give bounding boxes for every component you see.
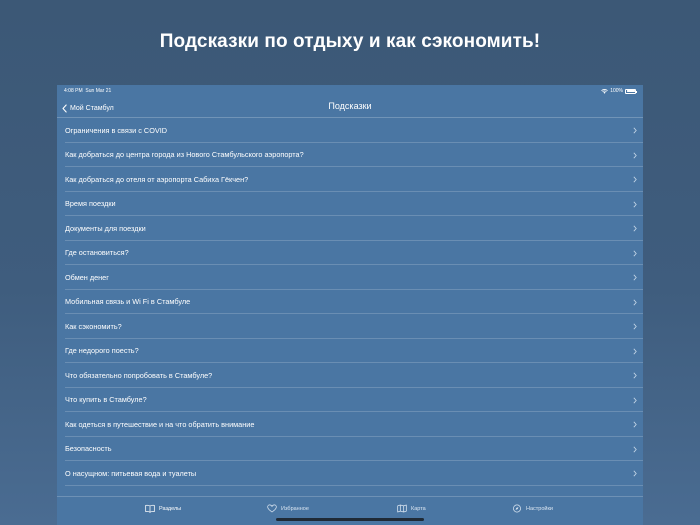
list-item-label: О насущном: питьевая вода и туалеты: [65, 468, 197, 478]
tab-sections[interactable]: Разделы: [145, 504, 181, 513]
promo-headline: Подсказки по отдыху и как сэкономить!: [159, 31, 541, 52]
chevron-right-icon: [633, 127, 637, 134]
navigation-bar: Мой Стамбул Подсказки: [57, 97, 643, 119]
chevron-right-icon: [633, 225, 637, 232]
tab-settings-label: Настройки: [526, 505, 553, 512]
chevron-right-icon: [633, 299, 637, 305]
chevron-right-icon: [633, 470, 637, 477]
tab-favorites-label: Избранное: [281, 505, 309, 512]
list-item-label: Что купить в Стамбуле?: [65, 395, 147, 405]
chevron-right-icon: [633, 176, 637, 183]
list-item-label: Где остановиться?: [65, 248, 129, 258]
chevron-right-icon: [633, 397, 637, 403]
list-item-label: Где недорого поесть?: [65, 346, 139, 356]
app-screen: 4:08 PM Sun Mar 21 100% Мой Стамбул Подс…: [57, 85, 643, 525]
list-item[interactable]: Как сэкономить?: [57, 314, 643, 339]
chevron-right-icon: [633, 201, 637, 207]
list-item[interactable]: Безопасность: [57, 437, 643, 462]
list-item[interactable]: Мобильная связь и Wi Fi в Стамбуле: [57, 290, 643, 315]
chevron-right-icon: [633, 250, 637, 256]
map-icon: [397, 504, 407, 513]
list-item-label: Как одеться в путешествие и на что обрат…: [65, 419, 255, 429]
list-item[interactable]: Что купить в Стамбуле?: [57, 388, 643, 413]
list-item-label: Документы для поездки: [65, 223, 146, 233]
list-item[interactable]: Документы для поездки: [57, 216, 643, 241]
chevron-right-icon: [633, 446, 637, 452]
chevron-right-icon: [633, 323, 637, 330]
list-item-label: Мобильная связь и Wi Fi в Стамбуле: [65, 297, 191, 307]
book-icon: [145, 504, 155, 513]
tips-list: Ограничения в связи с COVID Как добратьс…: [57, 117, 643, 486]
tab-sections-label: Разделы: [159, 505, 182, 512]
list-item[interactable]: Где остановиться?: [57, 241, 643, 266]
list-item[interactable]: Обмен денег: [57, 265, 643, 290]
chevron-right-icon: [633, 152, 637, 158]
tab-map-label: Карта: [411, 505, 426, 512]
status-clock: 4:08 PM: [64, 88, 83, 94]
status-time: 4:08 PM Sun Mar 21: [64, 88, 111, 94]
heart-icon: [267, 504, 277, 513]
compass-icon: [513, 504, 521, 513]
chevron-right-icon: [633, 372, 637, 379]
home-indicator: [276, 518, 424, 521]
tab-bar: Разделы Избранное Карта Настройки: [57, 496, 643, 525]
list-item[interactable]: Что обязательно попробовать в Стамбуле?: [57, 363, 643, 388]
list-item-label: Обмен денег: [65, 272, 109, 282]
page-title: Подсказки: [328, 101, 372, 111]
list-item[interactable]: Ограничения в связи с COVID: [57, 118, 643, 143]
list-item[interactable]: Где недорого поесть?: [57, 339, 643, 364]
list-item[interactable]: Как добраться до центра города из Нового…: [57, 143, 643, 168]
list-item-label: Как добраться до отеля от аэропорта Саби…: [65, 174, 249, 184]
chevron-right-icon: [633, 348, 637, 354]
tab-favorites[interactable]: Избранное: [267, 504, 309, 513]
status-date: Sun Mar 21: [85, 88, 112, 94]
list-item[interactable]: О насущном: питьевая вода и туалеты: [57, 461, 643, 486]
list-item-label: Как добраться до центра города из Нового…: [65, 150, 304, 160]
tab-map[interactable]: Карта: [397, 504, 426, 513]
tab-settings[interactable]: Настройки: [512, 504, 553, 513]
chevron-right-icon: [633, 274, 637, 281]
list-item-label: Что обязательно попробовать в Стамбуле?: [65, 370, 213, 380]
list-item[interactable]: Как одеться в путешествие и на что обрат…: [57, 412, 643, 437]
status-indicators: 100%: [601, 88, 637, 94]
list-item[interactable]: Как добраться до отеля от аэропорта Саби…: [57, 167, 643, 192]
list-item-label: Как сэкономить?: [65, 321, 122, 331]
list-item-label: Ограничения в связи с COVID: [65, 125, 168, 135]
list-item-label: Время поездки: [65, 199, 116, 209]
battery-icon: [625, 88, 637, 94]
chevron-right-icon: [633, 421, 637, 428]
status-bar: 4:08 PM Sun Mar 21 100%: [57, 85, 643, 97]
wifi-icon: [601, 88, 609, 94]
list-item[interactable]: Время поездки: [57, 192, 643, 217]
list-item-label: Безопасность: [65, 444, 112, 454]
battery-percent: 100%: [610, 88, 623, 94]
